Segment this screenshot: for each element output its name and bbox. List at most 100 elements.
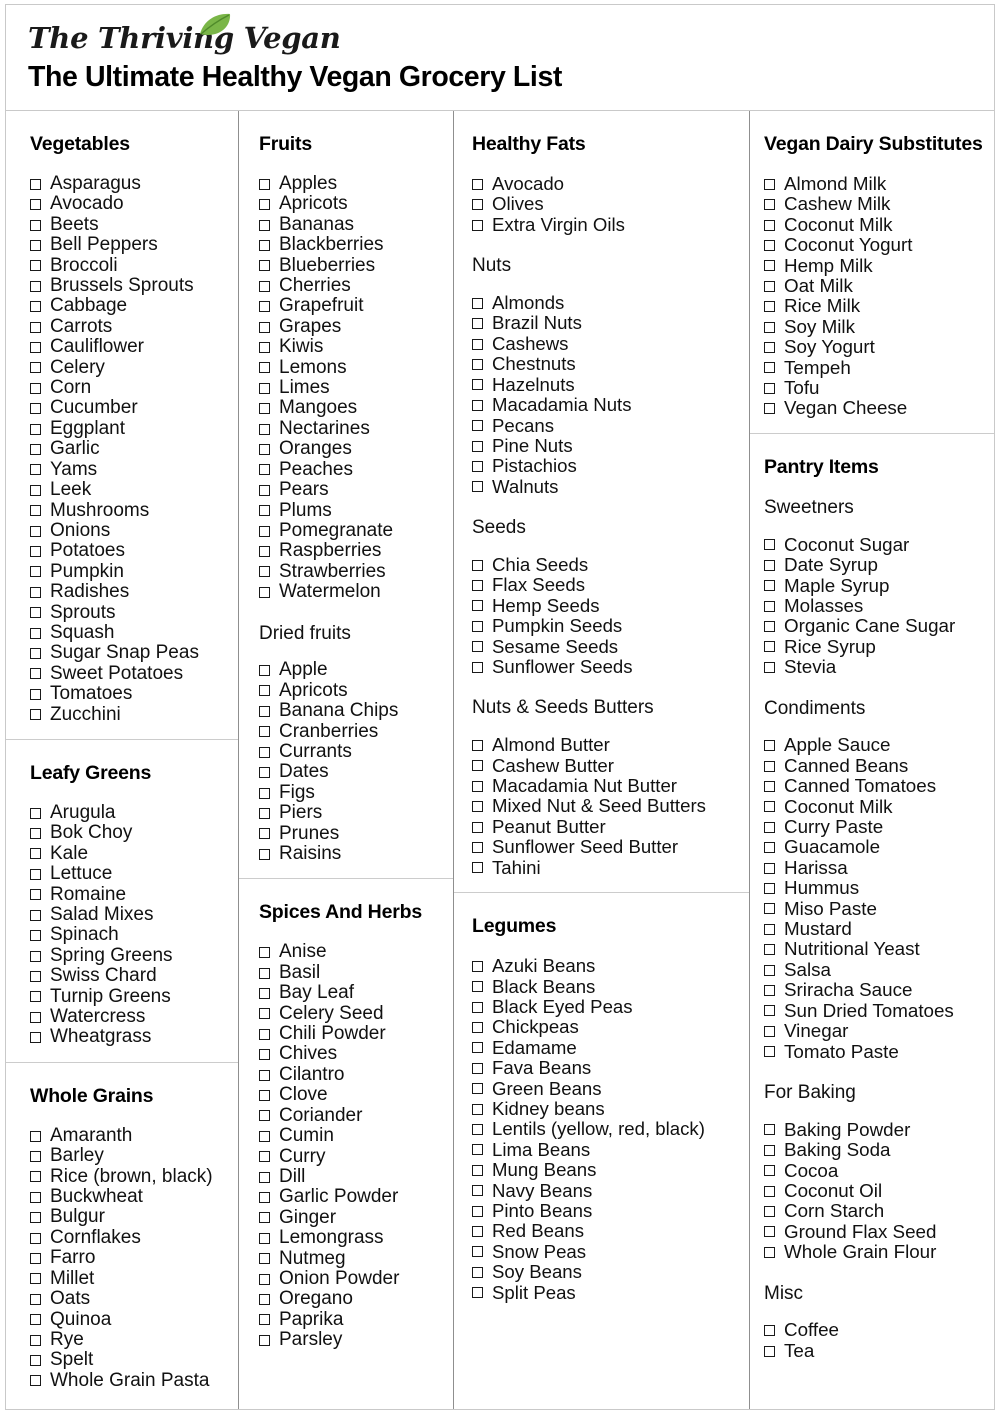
checklist-item[interactable]: Chili Powder [259, 1023, 443, 1044]
checklist-item[interactable]: Soy Beans [472, 1261, 739, 1282]
checklist-item[interactable]: Bananas [259, 214, 443, 235]
checkbox-icon[interactable] [30, 1011, 41, 1023]
checklist-item[interactable]: Brussels Sprouts [30, 275, 228, 296]
checkbox-icon[interactable] [30, 525, 41, 537]
checklist-item[interactable]: Miso Paste [764, 898, 984, 919]
checkbox-icon[interactable] [259, 525, 270, 537]
checklist-item[interactable]: Leek [30, 479, 228, 500]
checkbox-icon[interactable] [259, 443, 270, 455]
checklist-item[interactable]: Split Peas [472, 1282, 739, 1303]
checklist-item[interactable]: Whole Grain Flour [764, 1241, 984, 1262]
checklist-item[interactable]: Nutritional Yeast [764, 939, 984, 959]
checklist-item[interactable]: Salad Mixes [30, 904, 228, 925]
checklist-item[interactable]: Nectarines [259, 418, 443, 439]
checkbox-icon[interactable] [472, 801, 483, 813]
checklist-item[interactable]: Dates [259, 761, 443, 782]
checkbox-icon[interactable] [259, 260, 270, 272]
checkbox-icon[interactable] [30, 260, 41, 272]
checkbox-icon[interactable] [764, 821, 775, 833]
checkbox-icon[interactable] [764, 862, 775, 874]
checklist-item[interactable]: Coriander [259, 1105, 443, 1126]
checkbox-icon[interactable] [259, 403, 270, 415]
checklist-item[interactable]: Corn [30, 377, 228, 398]
checkbox-icon[interactable] [472, 420, 483, 432]
checklist-item[interactable]: Fava Beans [472, 1057, 739, 1078]
checkbox-icon[interactable] [259, 301, 270, 313]
checklist-item[interactable]: Mangoes [259, 398, 443, 418]
checklist-item[interactable]: Coffee [764, 1320, 984, 1340]
checkbox-icon[interactable] [259, 1110, 270, 1122]
checkbox-icon[interactable] [30, 1375, 41, 1387]
checklist-item[interactable]: Lima Beans [472, 1139, 739, 1160]
checkbox-icon[interactable] [472, 1022, 483, 1034]
checkbox-icon[interactable] [259, 1089, 270, 1101]
checklist-item[interactable]: Zucchini [30, 704, 228, 725]
checkbox-icon[interactable] [472, 1266, 483, 1278]
checkbox-icon[interactable] [30, 1355, 41, 1367]
checklist-item[interactable]: Tempeh [764, 357, 984, 378]
checkbox-icon[interactable] [30, 1273, 41, 1285]
checklist-item[interactable]: Green Beans [472, 1078, 739, 1099]
checkbox-icon[interactable] [259, 219, 270, 231]
checkbox-icon[interactable] [764, 301, 775, 313]
checklist-item[interactable]: Oat Milk [764, 275, 984, 296]
checklist-item[interactable]: Rice Milk [764, 296, 984, 316]
checkbox-icon[interactable] [764, 842, 775, 854]
checklist-item[interactable]: Harissa [764, 857, 984, 878]
checkbox-icon[interactable] [472, 981, 483, 993]
checkbox-icon[interactable] [764, 882, 775, 894]
checkbox-icon[interactable] [764, 780, 775, 792]
checklist-item[interactable]: Strawberries [259, 561, 443, 582]
checklist-item[interactable]: Plums [259, 500, 443, 521]
checklist-item[interactable]: Molasses [764, 595, 984, 616]
checkbox-icon[interactable] [30, 1334, 41, 1346]
checkbox-icon[interactable] [764, 600, 775, 612]
checkbox-icon[interactable] [472, 481, 483, 493]
checkbox-icon[interactable] [472, 338, 483, 350]
checkbox-icon[interactable] [259, 1151, 270, 1163]
checklist-item[interactable]: Peanut Butter [472, 816, 739, 837]
checklist-item[interactable]: Anise [259, 942, 443, 962]
checklist-item[interactable]: Apple Sauce [764, 734, 984, 755]
checklist-item[interactable]: Grapes [259, 316, 443, 337]
checklist-item[interactable]: Beets [30, 214, 228, 235]
checkbox-icon[interactable] [259, 321, 270, 333]
checklist-item[interactable]: Canned Beans [764, 755, 984, 776]
checklist-item[interactable]: Mushrooms [30, 500, 228, 521]
checkbox-icon[interactable] [30, 627, 41, 639]
checklist-item[interactable]: Macadamia Nut Butter [472, 775, 739, 796]
checkbox-icon[interactable] [472, 297, 483, 309]
checklist-item[interactable]: Cornflakes [30, 1227, 228, 1248]
checkbox-icon[interactable] [30, 1191, 41, 1203]
checkbox-icon[interactable] [30, 199, 41, 211]
checkbox-icon[interactable] [30, 688, 41, 700]
checklist-item[interactable]: Sesame Seeds [472, 636, 739, 657]
checkbox-icon[interactable] [472, 559, 483, 571]
checklist-item[interactable]: Baking Soda [764, 1139, 984, 1160]
checkbox-icon[interactable] [259, 505, 270, 517]
checkbox-icon[interactable] [472, 1083, 483, 1095]
checklist-item[interactable]: Sugar Snap Peas [30, 642, 228, 663]
checkbox-icon[interactable] [259, 464, 270, 476]
checkbox-icon[interactable] [30, 301, 41, 313]
checkbox-icon[interactable] [764, 903, 775, 915]
checklist-item[interactable]: Sweet Potatoes [30, 663, 228, 684]
checklist-item[interactable]: Mustard [764, 918, 984, 939]
checklist-item[interactable]: Millet [30, 1268, 228, 1289]
checkbox-icon[interactable] [30, 219, 41, 231]
checkbox-icon[interactable] [30, 341, 41, 353]
checklist-item[interactable]: Hummus [764, 877, 984, 898]
checklist-item[interactable]: Parsley [259, 1329, 443, 1350]
checkbox-icon[interactable] [30, 1171, 41, 1183]
checklist-item[interactable]: Coconut Yogurt [764, 234, 984, 255]
checklist-item[interactable]: Watercress [30, 1006, 228, 1027]
checkbox-icon[interactable] [259, 1334, 270, 1346]
checkbox-icon[interactable] [764, 801, 775, 813]
checklist-item[interactable]: Corn Starch [764, 1200, 984, 1221]
checkbox-icon[interactable] [472, 1205, 483, 1217]
checkbox-icon[interactable] [30, 709, 41, 721]
checklist-item[interactable]: Kale [30, 843, 228, 864]
checklist-item[interactable]: Peaches [259, 459, 443, 480]
checklist-item[interactable]: Soy Yogurt [764, 336, 984, 357]
checklist-item[interactable]: Pomegranate [259, 520, 443, 541]
